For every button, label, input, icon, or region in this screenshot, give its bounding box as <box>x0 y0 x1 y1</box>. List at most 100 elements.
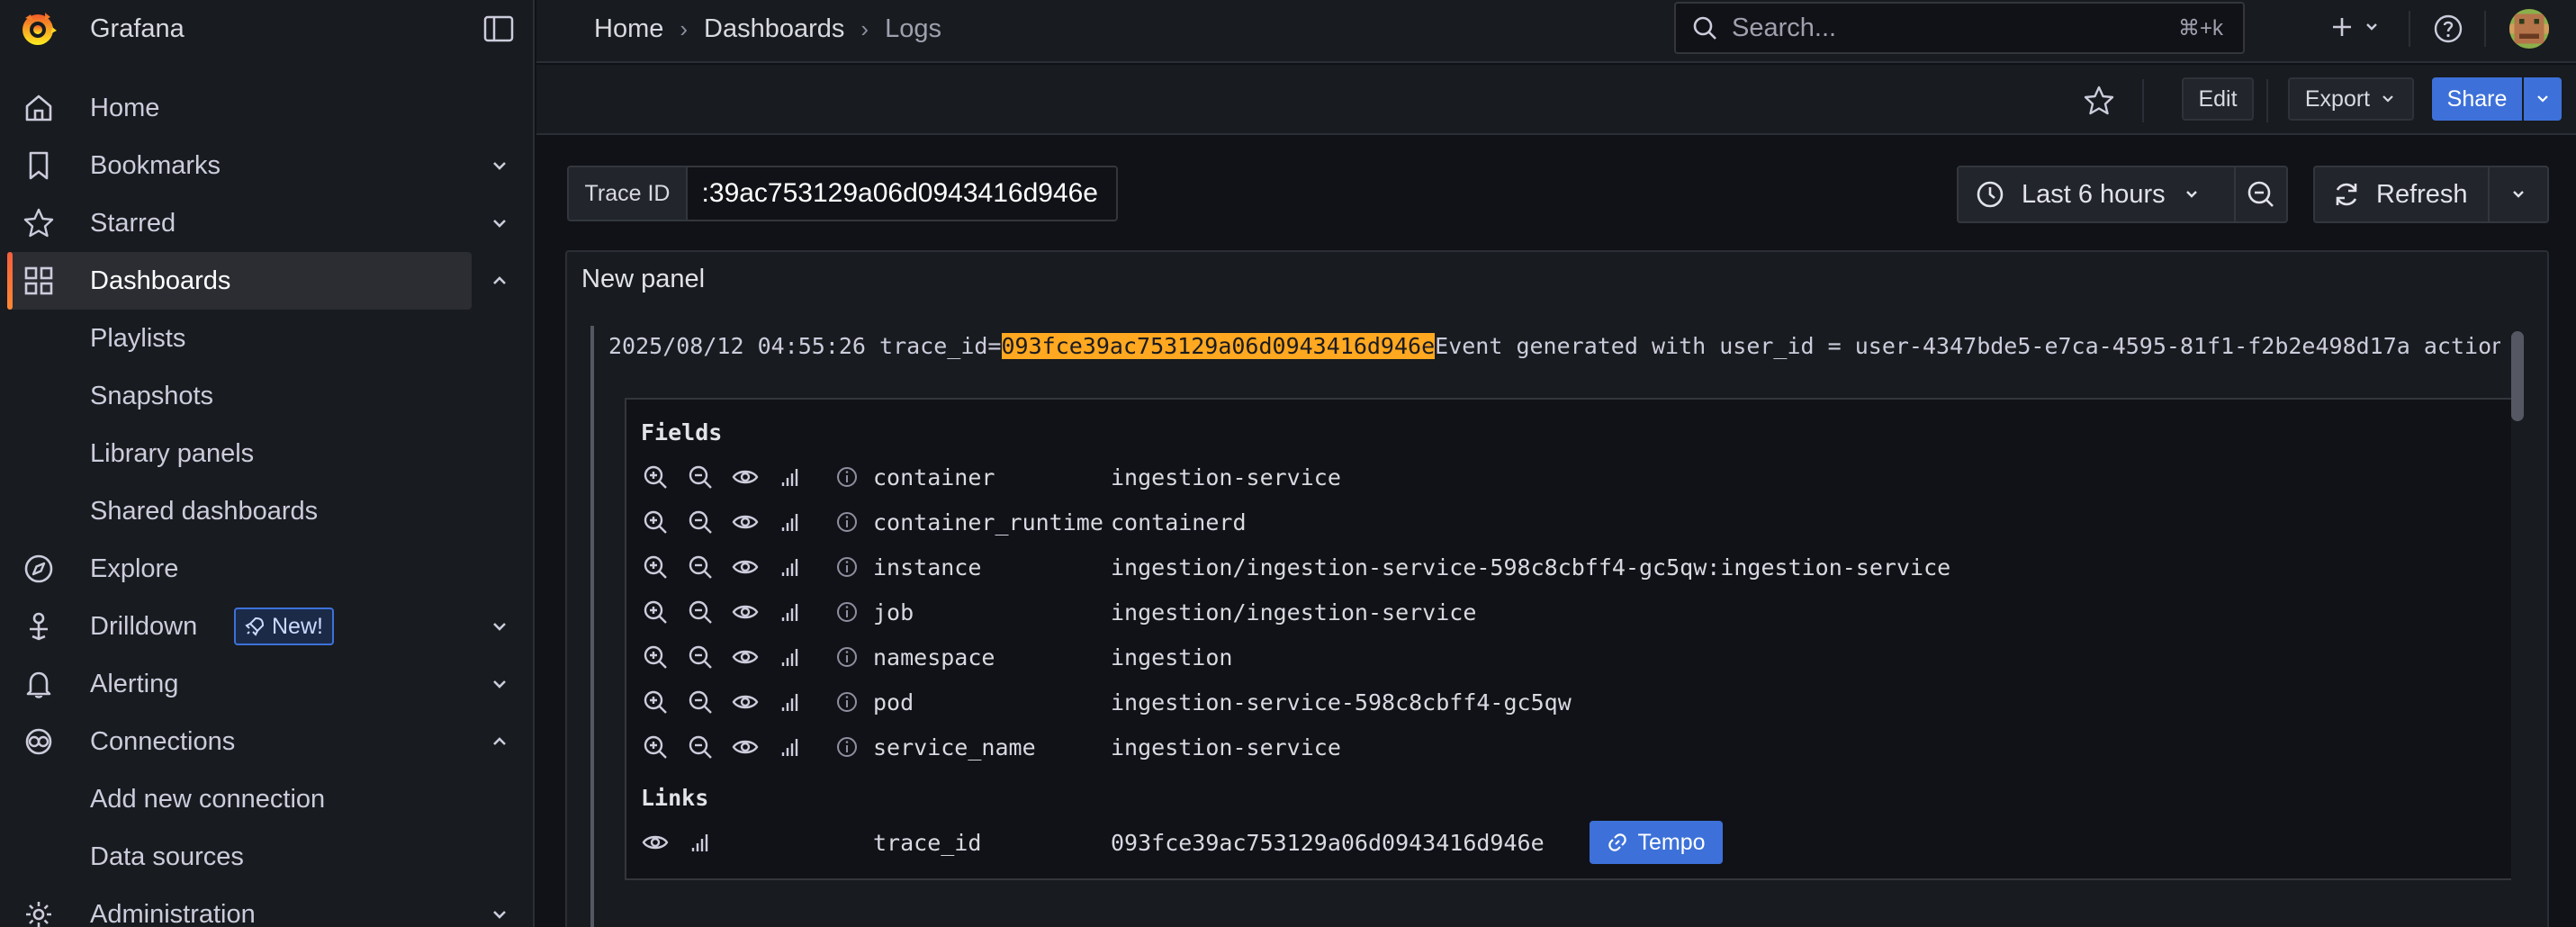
nav-label: Alerting <box>90 669 179 698</box>
zoom-in-filter-icon[interactable] <box>641 733 670 761</box>
info-icon[interactable] <box>835 735 859 759</box>
tempo-link-button[interactable]: Tempo <box>1590 821 1723 864</box>
zoom-in-filter-icon[interactable] <box>641 643 670 671</box>
log-row[interactable]: 2025/08/12 04:55:26 trace_id= 093fce39ac7… <box>601 328 2500 364</box>
avatar[interactable] <box>2509 9 2549 49</box>
home-icon <box>25 94 52 122</box>
info-icon[interactable] <box>835 465 859 489</box>
chevron-down-icon[interactable] <box>486 152 513 179</box>
nav-item-dashboards[interactable]: Dashboards <box>7 252 506 310</box>
logs-panel: New panel 2025/08/12 04:55:26 trace_id= 0… <box>565 250 2549 927</box>
search-input[interactable]: Search... ⌘+k <box>1674 2 2245 54</box>
edit-button[interactable]: Edit <box>2182 77 2254 121</box>
stats-icon[interactable] <box>776 688 805 716</box>
nav-item-connections[interactable]: Connections <box>0 713 535 770</box>
zoom-out-filter-icon[interactable] <box>686 733 715 761</box>
zoom-out-time-range-button[interactable] <box>2234 166 2288 223</box>
nav-item-bookmarks[interactable]: Bookmarks <box>0 137 535 194</box>
export-button[interactable]: Export <box>2288 77 2414 121</box>
zoom-out-filter-icon[interactable] <box>686 598 715 626</box>
field-key: pod <box>873 688 914 716</box>
eye-icon[interactable] <box>731 463 760 491</box>
zoom-out-filter-icon[interactable] <box>686 553 715 581</box>
nav-item-administration[interactable]: Administration <box>0 886 535 927</box>
nav-item-alerting[interactable]: Alerting <box>0 655 535 713</box>
share-options-button[interactable] <box>2524 77 2562 121</box>
stats-icon[interactable] <box>686 828 715 857</box>
stats-icon[interactable] <box>776 553 805 581</box>
field-value: ingestion/ingestion-service <box>1111 598 1477 626</box>
chevron-down-icon[interactable] <box>486 670 513 698</box>
divider <box>2484 11 2486 47</box>
share-button[interactable]: Share <box>2432 77 2522 121</box>
eye-icon[interactable] <box>731 733 760 761</box>
field-row-actions <box>641 553 805 581</box>
chevron-down-icon[interactable] <box>486 901 513 927</box>
chevron-up-icon[interactable] <box>486 267 513 294</box>
breadcrumb-dashboards[interactable]: Dashboards <box>704 14 844 44</box>
zoom-in-filter-icon[interactable] <box>641 688 670 716</box>
brand-name: Grafana <box>90 14 185 43</box>
nav-item-home[interactable]: Home <box>0 79 535 137</box>
time-range-picker[interactable]: Last 6 hours <box>1957 166 2236 223</box>
nav-item-starred[interactable]: Starred <box>0 194 535 252</box>
info-icon[interactable] <box>835 555 859 579</box>
log-trace-id-highlight: 093fce39ac753129a06d0943416d946e <box>1001 332 1436 359</box>
nav-item-drilldown[interactable]: Drilldown New! <box>0 598 535 655</box>
eye-icon[interactable] <box>731 643 760 671</box>
refresh-interval-picker[interactable] <box>2488 166 2549 223</box>
tempo-link-label: Tempo <box>1637 829 1706 855</box>
chevron-down-icon <box>2366 23 2377 31</box>
field-value: ingestion/ingestion-service-598c8cbff4-g… <box>1111 554 1951 580</box>
field-key: namespace <box>873 644 995 670</box>
zoom-in-filter-icon[interactable] <box>641 598 670 626</box>
zoom-out-filter-icon[interactable] <box>686 688 715 716</box>
mark-as-favorite-star-icon[interactable] <box>2081 83 2117 119</box>
eye-icon[interactable] <box>731 553 760 581</box>
info-icon[interactable] <box>835 600 859 624</box>
nav-subitem-library-panels[interactable]: Library panels <box>0 425 535 482</box>
zoom-out-filter-icon[interactable] <box>686 508 715 536</box>
stats-icon[interactable] <box>776 643 805 671</box>
stats-icon[interactable] <box>776 508 805 536</box>
dock-menu-icon[interactable] <box>482 14 515 43</box>
trace-id-variable-input[interactable]: :39ac753129a06d0943416d946e <box>686 166 1118 221</box>
chevron-down-icon[interactable] <box>486 613 513 640</box>
zoom-out-filter-icon[interactable] <box>686 643 715 671</box>
brand[interactable]: Grafana <box>0 0 533 58</box>
nav-subitem-snapshots[interactable]: Snapshots <box>0 367 535 425</box>
info-icon[interactable] <box>835 690 859 714</box>
nav-label: Dashboards <box>90 266 231 295</box>
nav-subitem-add-new-connection[interactable]: Add new connection <box>0 770 535 828</box>
nav-label: Starred <box>90 208 176 238</box>
info-icon[interactable] <box>835 645 859 669</box>
chevron-down-icon[interactable] <box>486 210 513 237</box>
refresh-button[interactable]: Refresh <box>2313 166 2490 223</box>
nav-subitem-shared-dashboards[interactable]: Shared dashboards <box>0 482 535 540</box>
zoom-out-filter-icon[interactable] <box>686 463 715 491</box>
zoom-in-filter-icon[interactable] <box>641 463 670 491</box>
info-icon[interactable] <box>835 510 859 534</box>
breadcrumb-separator-icon: › <box>680 14 689 42</box>
eye-icon[interactable] <box>731 688 760 716</box>
field-key: container <box>873 464 995 490</box>
log-details: Fields container ingestion-service contai… <box>625 398 2511 880</box>
zoom-in-filter-icon[interactable] <box>641 508 670 536</box>
eye-icon[interactable] <box>731 508 760 536</box>
stats-icon[interactable] <box>776 463 805 491</box>
grafana-logo-icon <box>23 13 57 45</box>
eye-icon[interactable] <box>641 828 670 857</box>
help-icon[interactable] <box>2432 13 2464 45</box>
new-menu-button[interactable] <box>2328 13 2382 41</box>
nav-item-explore[interactable]: Explore <box>0 540 535 598</box>
nav-subitem-playlists[interactable]: Playlists <box>0 310 535 367</box>
stats-icon[interactable] <box>776 733 805 761</box>
zoom-in-filter-icon[interactable] <box>641 553 670 581</box>
eye-icon[interactable] <box>731 598 760 626</box>
chevron-up-icon[interactable] <box>486 728 513 755</box>
nav-subitem-data-sources[interactable]: Data sources <box>0 828 535 886</box>
link-value: 093fce39ac753129a06d0943416d946e <box>1111 829 1545 856</box>
breadcrumb-home[interactable]: Home <box>594 14 663 44</box>
stats-icon[interactable] <box>776 598 805 626</box>
scrollbar-thumb[interactable] <box>2511 331 2524 421</box>
